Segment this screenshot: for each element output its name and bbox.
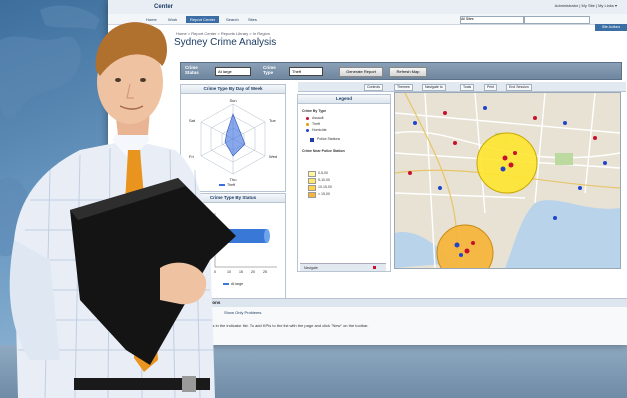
eye [140, 78, 146, 82]
businessman-photo [9, 22, 236, 398]
eye [115, 78, 121, 82]
belt-buckle [182, 376, 196, 392]
